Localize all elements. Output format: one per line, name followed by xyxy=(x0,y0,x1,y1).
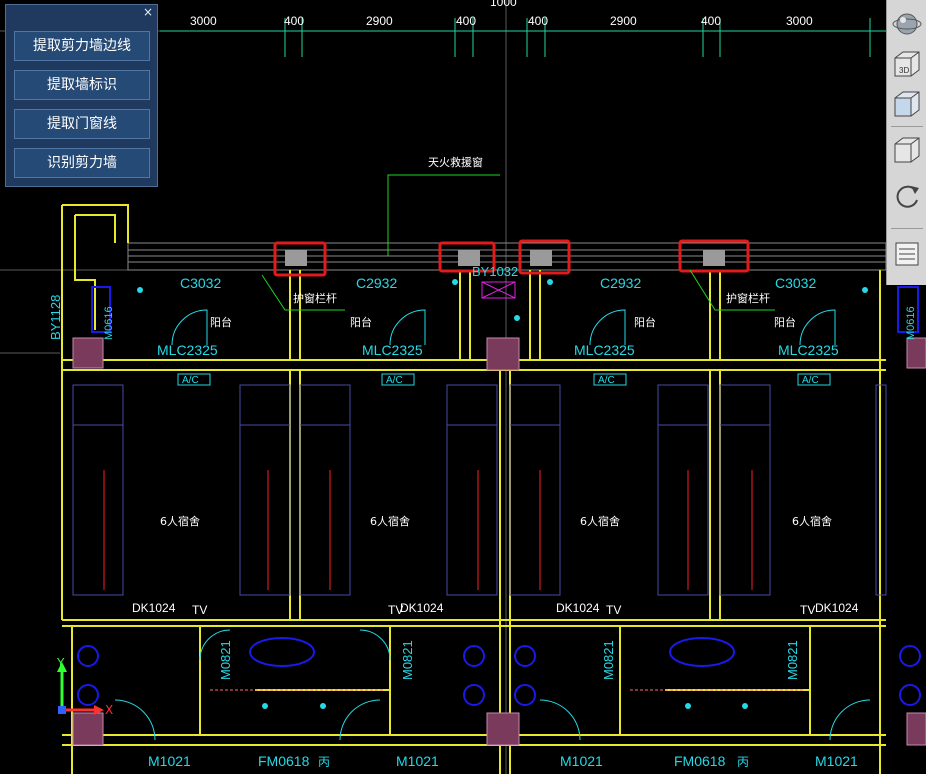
ac-tag: A/C xyxy=(182,375,199,386)
sliding-door-label: MLC2325 xyxy=(362,342,423,358)
fire-box xyxy=(481,281,516,299)
balcony-label: 阳台 xyxy=(350,315,372,329)
dim-label: 3000 xyxy=(786,14,813,28)
dim-label: 3000 xyxy=(190,14,217,28)
dk-label: DK1024 xyxy=(815,601,859,615)
extract-wall-labels-button[interactable]: 提取墙标识 xyxy=(14,70,150,100)
dim-label: 2900 xyxy=(366,14,393,28)
sliding-door-label: MLC2325 xyxy=(157,342,218,358)
balcony-label: 阳台 xyxy=(774,315,796,329)
door-label: M1021 xyxy=(148,753,191,769)
ac-tag: A/C xyxy=(598,375,615,386)
side-door-label: M0616 xyxy=(905,306,917,340)
y-axis-label: Y xyxy=(57,656,65,670)
identify-shear-wall-button[interactable]: 识别剪力墙 xyxy=(14,148,150,178)
dim-label: 2900 xyxy=(610,14,637,28)
bath-door-label: M0821 xyxy=(218,640,233,680)
ac-tag: A/C xyxy=(802,375,819,386)
x-axis-label: X xyxy=(105,703,114,717)
orbit-icon[interactable] xyxy=(891,8,923,40)
extract-shear-wall-edges-button[interactable]: 提取剪力墙边线 xyxy=(14,31,150,61)
room-label: 6人宿舍 xyxy=(160,514,200,528)
window-label: C3032 xyxy=(775,275,816,291)
side-door-label: M0616 xyxy=(103,306,115,340)
bed-rails xyxy=(103,470,753,590)
fire-door-label: FM0618 xyxy=(674,753,726,769)
door-label: M1021 xyxy=(815,753,858,769)
shear-wall-tool-panel: × 提取剪力墙边线 提取墙标识 提取门窗线 识别剪力墙 xyxy=(5,4,158,187)
door-label: M1021 xyxy=(396,753,439,769)
beds xyxy=(72,384,887,596)
ac-tags: A/C A/C A/C A/C xyxy=(177,373,831,386)
layer-list-icon[interactable] xyxy=(891,238,923,270)
side-label: BY1128 xyxy=(48,295,63,340)
cube-single-icon[interactable] xyxy=(891,134,923,166)
sliding-door-label: MLC2325 xyxy=(574,342,635,358)
cube-view-icon[interactable] xyxy=(891,88,923,120)
door-label: M1021 xyxy=(560,753,603,769)
ac-tag: A/C xyxy=(386,375,403,386)
balcony-label: 阳台 xyxy=(634,315,656,329)
dimension-labels: 3000 400 2900 400 400 2900 400 3000 1000 xyxy=(190,0,813,28)
close-icon[interactable]: × xyxy=(143,5,153,19)
fire-class-label: 丙 xyxy=(318,755,330,769)
view-toolbar: 3D xyxy=(886,0,926,285)
bath-door-label: M0821 xyxy=(601,640,616,680)
fire-window-label: BY1032 xyxy=(472,264,518,279)
fire-door-label: FM0618 xyxy=(258,753,310,769)
fire-note: 天火救援窗 xyxy=(428,155,483,169)
dim-label: 1000 xyxy=(490,0,517,9)
railing-label: 护窗栏杆 xyxy=(293,291,337,305)
fire-class-label: 丙 xyxy=(737,755,749,769)
tv-label: TV xyxy=(192,603,207,617)
dim-label: 400 xyxy=(456,14,476,28)
dim-label: 400 xyxy=(528,14,548,28)
dim-label: 400 xyxy=(284,14,304,28)
room-label: 6人宿舍 xyxy=(370,514,410,528)
room-label: 6人宿舍 xyxy=(580,514,620,528)
window-label: C2932 xyxy=(600,275,641,291)
bath-door-label: M0821 xyxy=(785,640,800,680)
rotate-icon[interactable] xyxy=(891,180,923,212)
bath-door-label: M0821 xyxy=(400,640,415,680)
extract-door-window-lines-button[interactable]: 提取门窗线 xyxy=(14,109,150,139)
window-label: C2932 xyxy=(356,275,397,291)
dk-label: DK1024 xyxy=(132,601,176,615)
dk-label: DK1024 xyxy=(400,601,444,615)
sliding-door-label: MLC2325 xyxy=(778,342,839,358)
dk-label: DK1024 xyxy=(556,601,600,615)
railing-label: 护窗栏杆 xyxy=(726,291,770,305)
balcony-label: 阳台 xyxy=(210,315,232,329)
tv-label: TV xyxy=(800,603,815,617)
tv-label: TV xyxy=(606,603,621,617)
dim-label: 400 xyxy=(701,14,721,28)
3d-view-icon[interactable]: 3D xyxy=(891,48,923,80)
window-label: C3032 xyxy=(180,275,221,291)
tv-label: TV xyxy=(388,603,403,617)
dk-labels: DK1024 DK1024 DK1024 DK1024 TV TV TV TV xyxy=(132,601,859,617)
room-label: 6人宿舍 xyxy=(792,514,832,528)
3d-view-label: 3D xyxy=(899,66,909,75)
